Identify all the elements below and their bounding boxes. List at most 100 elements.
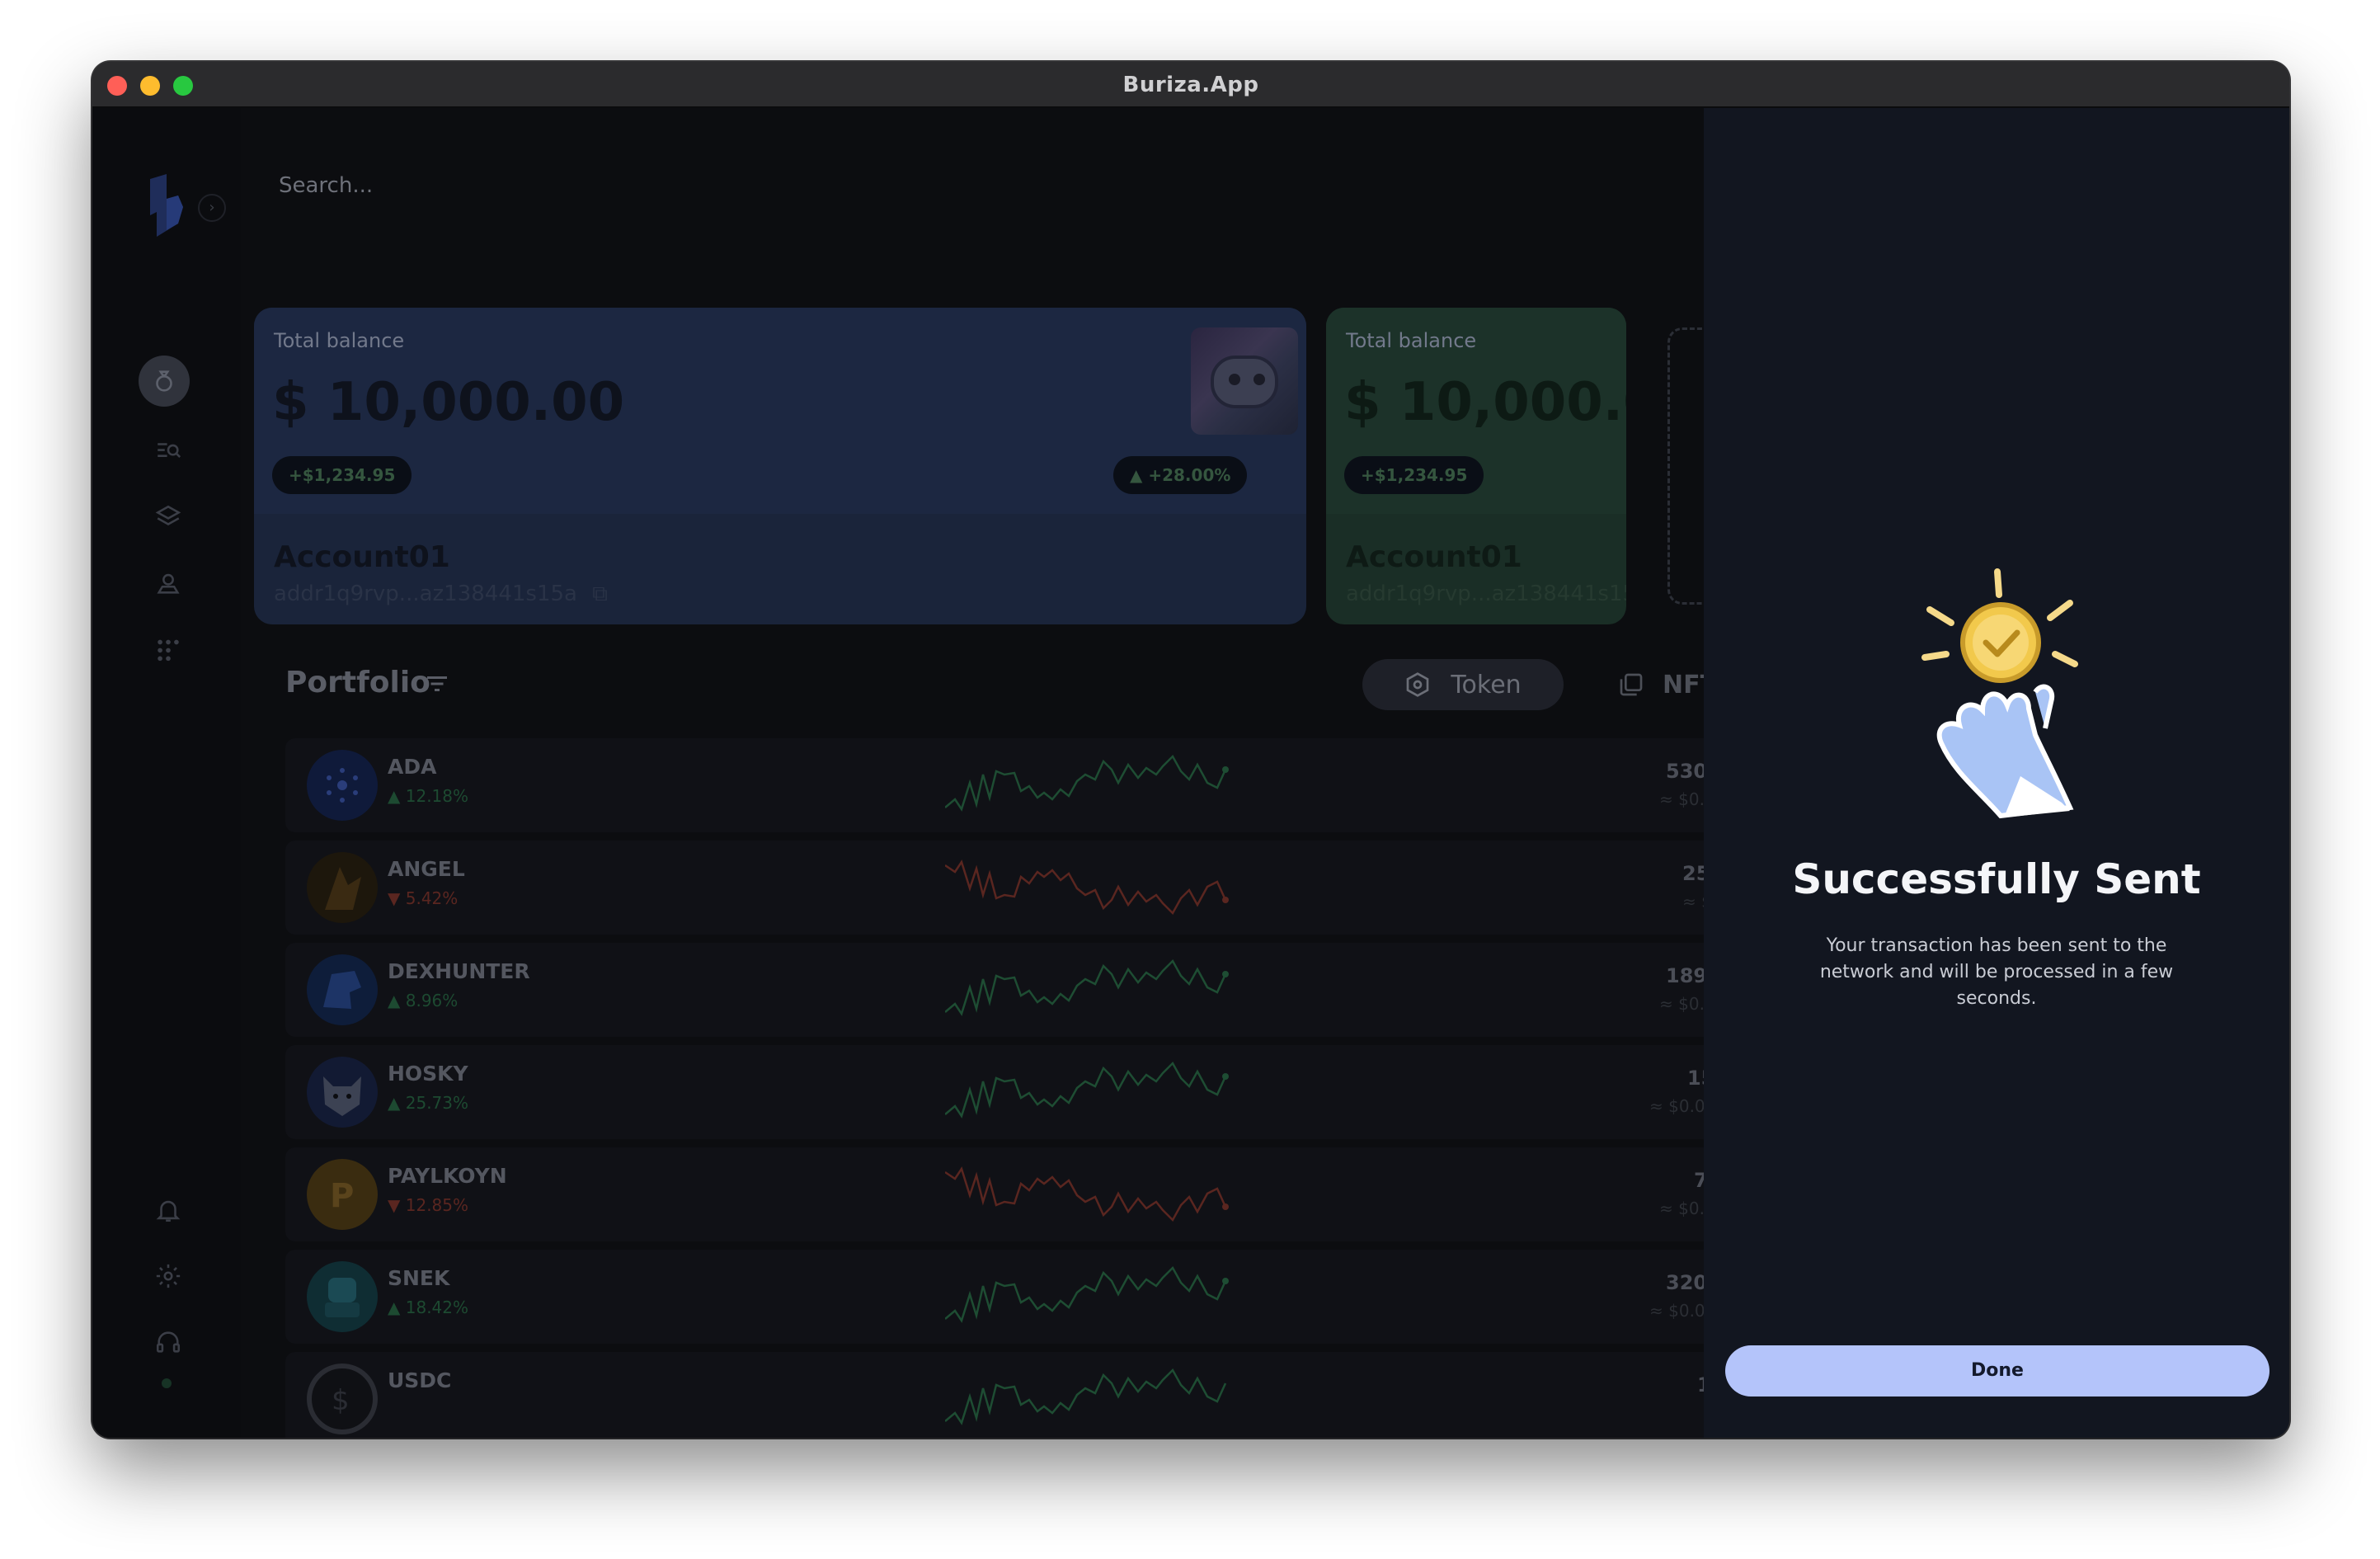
transactions-search-icon <box>158 443 181 458</box>
connection-status-dot <box>162 1378 172 1388</box>
apps-grid-icon <box>158 639 179 662</box>
total-balance-value: $ 10,000.00 <box>272 372 625 433</box>
change-badge: ▲ +28.00% <box>1113 456 1248 494</box>
paylkoyn-logo-icon: P <box>330 1177 354 1215</box>
angel-logo-icon <box>325 867 361 910</box>
main-app-dimmed: › Search... Total balance $ 10,000.00 +$… <box>92 108 1704 1438</box>
layers-icon <box>155 505 181 525</box>
token-change: ▲ 18.42% <box>388 1298 468 1317</box>
token-row[interactable]: SNEK ▲ 18.42% 320 ≈ $0.0 <box>285 1250 1704 1344</box>
success-title: Successfully Sent <box>1792 855 2201 903</box>
wallet-icon <box>156 370 172 392</box>
token-change: ▼ 5.42% <box>388 888 459 908</box>
window-title: Buriza.App <box>1122 73 1259 97</box>
account-address: addr1q9rvp...az138441s15a <box>1346 582 1626 606</box>
token-quantity: 15 <box>1687 1067 1704 1090</box>
success-message: Your transaction has been sent to the ne… <box>1819 935 2174 1009</box>
token-fiat-value: ≈ $0. <box>1659 994 1704 1014</box>
token-sparkline <box>945 754 1229 812</box>
token-name: HOSKY <box>388 1062 468 1086</box>
sidebar: › <box>92 108 241 1438</box>
success-panel: Successfully Sent Your transaction has b… <box>1704 108 2289 1438</box>
paylkoyn-token-icon: P <box>307 1159 378 1230</box>
token-sparkline <box>945 1061 1229 1119</box>
total-balance-label: Total balance <box>274 329 405 352</box>
token-quantity: 189 <box>1666 964 1704 987</box>
token-change: ▼ 12.85% <box>388 1195 468 1215</box>
token-fiat-value: ≈ $0.0 <box>1649 1301 1704 1321</box>
tab-nft-label: NFT <box>1663 670 1704 699</box>
token-quantity: 1 <box>1697 1373 1704 1397</box>
sidebar-item-apps[interactable] <box>147 628 190 671</box>
sidebar-expand-button[interactable]: › <box>198 194 226 222</box>
buriza-logo <box>150 174 183 237</box>
token-name: ANGEL <box>388 857 465 881</box>
account-address: addr1q9rvp...az138441s15a ⧉ <box>274 582 608 607</box>
sidebar-item-settings[interactable] <box>147 1255 190 1298</box>
dexhunter-logo-icon <box>323 971 361 1009</box>
token-name: DEXHUNTER <box>388 959 530 983</box>
bell-icon <box>156 1200 181 1222</box>
account-address-text: addr1q9rvp...az138441s15a <box>274 582 577 606</box>
headset-icon <box>156 1331 181 1353</box>
token-row[interactable]: $ USDC 1 <box>285 1352 1704 1438</box>
usdc-token-icon: $ <box>307 1364 378 1434</box>
token-row[interactable]: DEXHUNTER ▲ 8.96% 189 ≈ $0. <box>285 943 1704 1037</box>
token-quantity: 320 <box>1666 1271 1704 1294</box>
dexhunter-token-icon <box>307 954 378 1025</box>
sidebar-item-support[interactable] <box>147 1321 190 1364</box>
token-sparkline <box>945 1368 1227 1425</box>
gain-badge: +$1,234.95 <box>272 456 412 494</box>
account-avatar-nft <box>1191 327 1298 435</box>
copy-icon[interactable]: ⧉ <box>592 582 608 606</box>
sidebar-item-transactions[interactable] <box>147 430 190 473</box>
account-card[interactable]: Total balance $ 10,000.00 +$1,234.95 ▲ +… <box>254 308 1306 624</box>
search-input[interactable]: Search... <box>279 166 774 205</box>
tab-token[interactable]: Token <box>1362 659 1564 710</box>
token-row[interactable]: HOSKY ▲ 25.73% 15 ≈ $0.0 <box>285 1045 1704 1139</box>
angel-token-icon <box>307 852 378 923</box>
gear-icon <box>156 1264 181 1288</box>
token-name: ADA <box>388 755 437 779</box>
sidebar-item-notifications[interactable] <box>147 1189 190 1232</box>
token-sparkline <box>945 860 1229 916</box>
avatar-eye <box>1229 374 1240 385</box>
sidebar-item-layers[interactable] <box>147 496 190 539</box>
add-account-card[interactable] <box>1667 327 1704 605</box>
ada-token-icon <box>307 750 378 821</box>
token-row[interactable]: P PAYLKOYN ▼ 12.85% 7 ≈ $0. <box>285 1147 1704 1241</box>
token-quantity: 530 <box>1666 760 1704 783</box>
portfolio-title: Portfolio <box>285 666 430 699</box>
token-name: SNEK <box>388 1266 450 1290</box>
snek-logo-icon <box>325 1278 360 1317</box>
token-change: ▲ 25.73% <box>388 1093 468 1113</box>
token-name: USDC <box>388 1368 452 1392</box>
account-card-secondary[interactable]: Total balance $ 10,000.00 +$1,234.95 Acc… <box>1326 308 1626 624</box>
avatar-face <box>1211 356 1278 408</box>
gain-badge: +$1,234.95 <box>1344 456 1484 494</box>
usdc-logo-icon: $ <box>332 1384 350 1417</box>
token-sparkline <box>945 1265 1229 1323</box>
token-sparkline <box>945 958 1229 1016</box>
sidebar-item-wallet[interactable] <box>139 356 190 407</box>
token-change: ▲ 12.18% <box>388 786 468 806</box>
account-name: Account01 <box>1346 540 1522 574</box>
token-row[interactable]: ANGEL ▼ 5.42% 25 ≈ $ <box>285 841 1704 935</box>
token-quantity: 7 <box>1694 1169 1704 1192</box>
token-hexagon-icon <box>1406 672 1429 697</box>
sidebar-item-staking[interactable] <box>147 562 190 605</box>
token-fiat-value: ≈ $0. <box>1659 789 1704 809</box>
token-fiat-value: ≈ $0. <box>1659 1199 1704 1218</box>
token-row[interactable]: ADA ▲ 12.18% 530 ≈ $0. <box>285 738 1704 832</box>
filter-icon[interactable] <box>422 669 452 699</box>
done-button[interactable]: Done <box>1725 1345 2269 1397</box>
cardano-logo-icon <box>327 768 358 803</box>
tab-nft[interactable]: NFT <box>1618 659 1704 710</box>
hosky-token-icon <box>307 1057 378 1128</box>
app-window: Buriza.App › Search... Total balance $ 1… <box>92 62 2289 1438</box>
nft-gallery-icon <box>1620 673 1643 696</box>
token-change: ▲ 8.96% <box>388 991 459 1010</box>
token-sparkline <box>945 1166 1229 1222</box>
token-fiat-value: ≈ $0.0 <box>1649 1096 1704 1116</box>
token-quantity: 25 <box>1682 862 1704 885</box>
